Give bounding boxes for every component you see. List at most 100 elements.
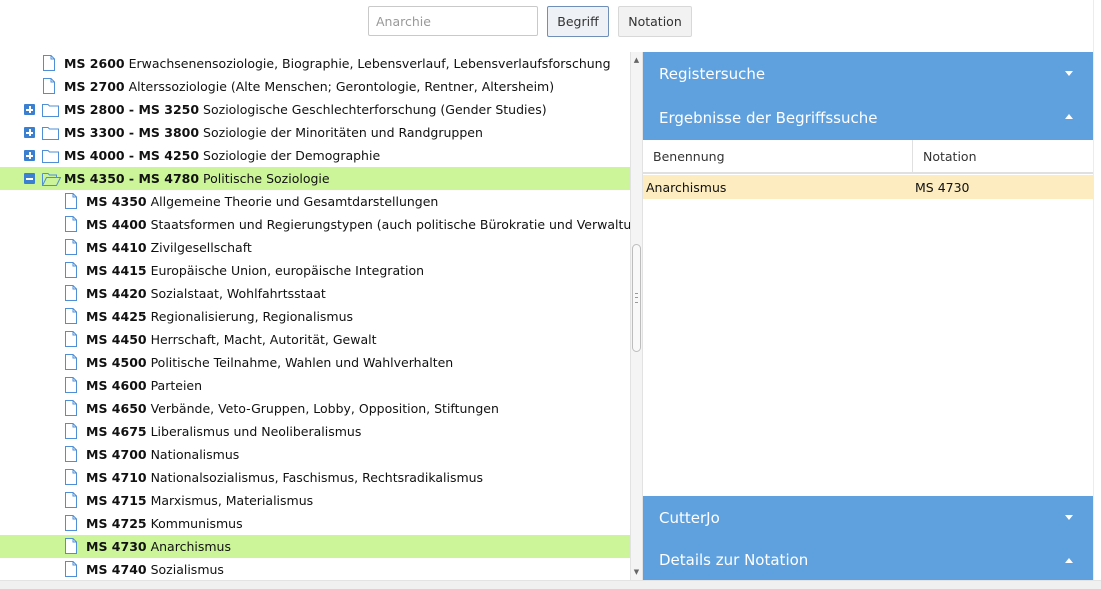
tree-row[interactable]: MS 4700 Nationalismus bbox=[0, 443, 630, 466]
notation-label: Alterssoziologie (Alte Menschen; Geronto… bbox=[128, 79, 555, 94]
accordion-title: Details zur Notation bbox=[659, 551, 809, 569]
notation-button[interactable]: Notation bbox=[618, 6, 692, 37]
accordion-details[interactable]: Details zur Notation bbox=[643, 540, 1093, 580]
tree-row[interactable]: MS 2800 - MS 3250 Soziologische Geschlec… bbox=[0, 98, 630, 121]
accordion-title: Ergebnisse der Begriffssuche bbox=[659, 109, 878, 127]
tree-row[interactable]: MS 2600 Erwachsenensoziologie, Biographi… bbox=[0, 52, 630, 75]
grip-icon bbox=[635, 293, 638, 303]
notation-label: Erwachsenensoziologie, Biographie, Leben… bbox=[128, 56, 611, 71]
tree-row[interactable]: MS 4400 Staatsformen und Regierungstypen… bbox=[0, 213, 630, 236]
expand-icon[interactable] bbox=[24, 127, 35, 138]
notation-code: MS 4415 bbox=[86, 263, 147, 278]
classification-tree: MS 2600 Erwachsenensoziologie, Biographi… bbox=[0, 52, 630, 580]
tree-row[interactable]: MS 4500 Politische Teilnahme, Wahlen und… bbox=[0, 351, 630, 374]
notation-code: MS 4425 bbox=[86, 309, 147, 324]
tree-row-label: MS 4500 Politische Teilnahme, Wahlen und… bbox=[86, 355, 453, 370]
tree-row[interactable]: MS 4420 Sozialstaat, Wohlfahrtsstaat bbox=[0, 282, 630, 305]
tree-row-label: MS 4415 Europäische Union, europäische I… bbox=[86, 263, 424, 278]
tree-scrollbar[interactable]: ▲ ▼ bbox=[630, 52, 643, 580]
folder-open-icon bbox=[42, 172, 62, 189]
notation-label: Nationalismus bbox=[150, 447, 240, 462]
column-header-benennung[interactable]: Benennung bbox=[643, 140, 913, 172]
notation-code: MS 4740 bbox=[86, 562, 147, 577]
tree-row[interactable]: MS 4000 - MS 4250 Soziologie der Demogra… bbox=[0, 144, 630, 167]
tree-row-label: MS 4410 Zivilgesellschaft bbox=[86, 240, 252, 255]
notation-label: Verbände, Veto-Gruppen, Lobby, Oppositio… bbox=[150, 401, 499, 416]
document-icon bbox=[65, 354, 77, 373]
tree-row[interactable]: MS 4415 Europäische Union, europäische I… bbox=[0, 259, 630, 282]
tree-row[interactable]: MS 4715 Marxismus, Materialismus bbox=[0, 489, 630, 512]
accordion-ergebnisse[interactable]: Ergebnisse der Begriffssuche bbox=[643, 96, 1093, 140]
notation-code: MS 4710 bbox=[86, 470, 147, 485]
tree-row-label: MS 4600 Parteien bbox=[86, 378, 202, 393]
accordion-registersuche[interactable]: Registersuche bbox=[643, 52, 1093, 96]
expand-icon[interactable] bbox=[24, 104, 35, 115]
notation-label: Allgemeine Theorie und Gesamtdarstellung… bbox=[150, 194, 439, 209]
tree-row[interactable]: MS 4725 Kommunismus bbox=[0, 512, 630, 535]
tree-row[interactable]: MS 4675 Liberalismus und Neoliberalismus bbox=[0, 420, 630, 443]
tree-row-label: MS 4715 Marxismus, Materialismus bbox=[86, 493, 313, 508]
tree-row[interactable]: MS 3300 - MS 3800 Soziologie der Minorit… bbox=[0, 121, 630, 144]
tree-row[interactable]: MS 4730 Anarchismus bbox=[0, 535, 630, 558]
scroll-down-arrow-icon[interactable]: ▼ bbox=[631, 566, 642, 578]
tree-row-label: MS 3300 - MS 3800 Soziologie der Minorit… bbox=[64, 125, 483, 140]
document-icon bbox=[65, 561, 77, 580]
tree-row[interactable]: MS 4650 Verbände, Veto-Gruppen, Lobby, O… bbox=[0, 397, 630, 420]
collapse-icon[interactable] bbox=[24, 173, 35, 184]
accordion-title: Registersuche bbox=[659, 65, 766, 83]
chevron-up-icon bbox=[1065, 558, 1073, 563]
chevron-up-icon bbox=[1065, 114, 1073, 119]
tree-row[interactable]: MS 4450 Herrschaft, Macht, Autorität, Ge… bbox=[0, 328, 630, 351]
tree-row[interactable]: MS 4740 Sozialismus bbox=[0, 558, 630, 580]
tree-row-label: MS 4725 Kommunismus bbox=[86, 516, 243, 531]
tree-row-label: MS 4740 Sozialismus bbox=[86, 562, 224, 577]
tree-row-label: MS 4400 Staatsformen und Regierungstypen… bbox=[86, 217, 630, 232]
notation-code: MS 4420 bbox=[86, 286, 147, 301]
notation-code: MS 2800 - MS 3250 bbox=[64, 102, 200, 117]
notation-label: Parteien bbox=[150, 378, 203, 393]
tree-row[interactable]: MS 4600 Parteien bbox=[0, 374, 630, 397]
folder-icon bbox=[42, 149, 59, 166]
page-edge bbox=[1093, 0, 1101, 580]
tree-row-label: MS 2800 - MS 3250 Soziologische Geschlec… bbox=[64, 102, 547, 117]
notation-code: MS 4675 bbox=[86, 424, 147, 439]
document-icon bbox=[65, 446, 77, 465]
expand-icon[interactable] bbox=[24, 150, 35, 161]
notation-code: MS 4650 bbox=[86, 401, 147, 416]
tree-row[interactable]: MS 4710 Nationalsozialismus, Faschismus,… bbox=[0, 466, 630, 489]
folder-icon bbox=[42, 103, 59, 120]
document-icon bbox=[65, 239, 77, 258]
notation-label: Nationalsozialismus, Faschismus, Rechtsr… bbox=[150, 470, 484, 485]
column-header-notation[interactable]: Notation bbox=[913, 140, 1093, 172]
tree-row[interactable]: MS 4350 - MS 4780 Politische Soziologie bbox=[0, 167, 630, 190]
search-accordion: Registersuche Ergebnisse der Begriffssuc… bbox=[643, 52, 1093, 580]
notation-label: Zivilgesellschaft bbox=[150, 240, 252, 255]
document-icon bbox=[65, 423, 77, 442]
notation-label: Herrschaft, Macht, Autorität, Gewalt bbox=[150, 332, 377, 347]
result-row[interactable]: Anarchismus MS 4730 bbox=[643, 175, 1093, 199]
notation-label: Europäische Union, europäische Integrati… bbox=[150, 263, 425, 278]
begriff-button[interactable]: Begriff bbox=[547, 6, 609, 37]
tree-row[interactable]: MS 2700 Alterssoziologie (Alte Menschen;… bbox=[0, 75, 630, 98]
notation-label: Anarchismus bbox=[150, 539, 231, 554]
document-icon bbox=[43, 78, 55, 97]
tree-row[interactable]: MS 4350 Allgemeine Theorie und Gesamtdar… bbox=[0, 190, 630, 213]
scroll-up-arrow-icon[interactable]: ▲ bbox=[631, 54, 642, 66]
tree-row[interactable]: MS 4410 Zivilgesellschaft bbox=[0, 236, 630, 259]
document-icon bbox=[65, 262, 77, 281]
accordion-cutterjo[interactable]: CutterJo bbox=[643, 496, 1093, 540]
tree-row-label: MS 2600 Erwachsenensoziologie, Biographi… bbox=[64, 56, 611, 71]
notation-label: Liberalismus und Neoliberalismus bbox=[150, 424, 362, 439]
scrollbar-thumb[interactable] bbox=[632, 244, 641, 352]
notation-code: MS 4500 bbox=[86, 355, 147, 370]
accordion-title: CutterJo bbox=[659, 509, 720, 527]
search-input[interactable] bbox=[368, 6, 538, 36]
notation-code: MS 4410 bbox=[86, 240, 147, 255]
notation-label: Soziologie der Minoritäten und Randgrupp… bbox=[203, 125, 483, 140]
tree-row[interactable]: MS 4425 Regionalisierung, Regionalismus bbox=[0, 305, 630, 328]
document-icon bbox=[65, 285, 77, 304]
tree-row-label: MS 4420 Sozialstaat, Wohlfahrtsstaat bbox=[86, 286, 326, 301]
document-icon bbox=[43, 55, 55, 74]
result-benennung: Anarchismus bbox=[646, 180, 727, 195]
tree-row-label: MS 4425 Regionalisierung, Regionalismus bbox=[86, 309, 353, 324]
